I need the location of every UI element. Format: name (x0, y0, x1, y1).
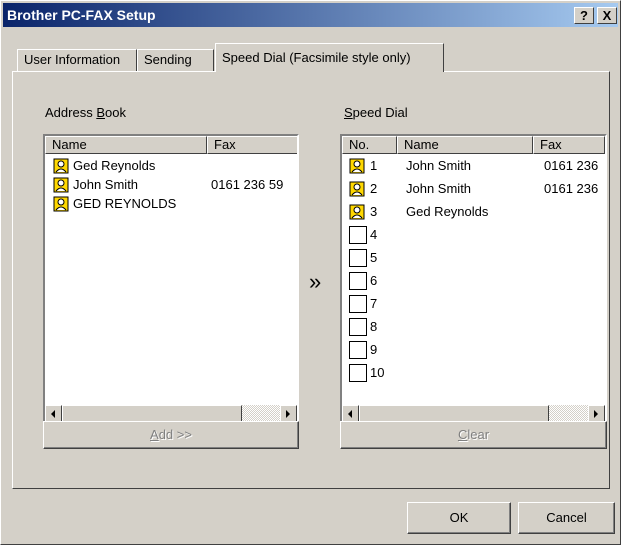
speed-dial-label: Speed Dial (344, 105, 408, 120)
tab-label: Speed Dial (Facsimile style only) (222, 50, 411, 65)
arrow-right-icon (286, 410, 290, 418)
dialog-window: Brother PC-FAX Setup ? X User Informatio… (0, 0, 621, 545)
address-book-header: Name Fax (45, 136, 297, 154)
contact-card-icon (53, 177, 69, 193)
arrow-right-icon (594, 410, 598, 418)
empty-slot-icon (349, 226, 367, 244)
tab-user-information[interactable]: User Information (17, 49, 137, 71)
tab-label: Sending (144, 52, 192, 67)
empty-slot-icon (349, 364, 367, 382)
column-header-name[interactable]: Name (397, 136, 533, 154)
slot-name: John Smith (406, 158, 472, 173)
column-header-fax[interactable]: Fax (533, 136, 605, 154)
speed-dial-row[interactable]: 9 (346, 340, 605, 360)
speed-dial-row[interactable]: 4 (346, 225, 605, 245)
column-header-no[interactable]: No. (342, 136, 397, 154)
slot-fax: 0161 236 (544, 181, 599, 196)
column-header-fax[interactable]: Fax (207, 136, 297, 154)
slot-number: 9 (370, 342, 378, 357)
slot-name: Ged Reynolds (406, 204, 489, 219)
speed-dial-row[interactable]: 2 John Smith 0161 236 (346, 179, 605, 199)
column-header-name[interactable]: Name (45, 136, 207, 154)
scroll-left-button[interactable] (45, 405, 62, 422)
clear-button[interactable]: Clear (340, 421, 607, 449)
address-book-row[interactable]: Ged Reynolds (49, 156, 297, 176)
speed-dial-header: No. Name Fax (342, 136, 605, 154)
slot-number: 2 (370, 181, 378, 196)
window-title: Brother PC-FAX Setup (7, 7, 156, 23)
speed-dial-row[interactable]: 1 John Smith 0161 236 (346, 156, 605, 176)
empty-slot-icon (349, 249, 367, 267)
ok-button[interactable]: OK (407, 502, 511, 534)
address-book-label: Address Book (45, 105, 126, 120)
scroll-track[interactable] (242, 405, 280, 422)
scroll-thumb[interactable] (359, 405, 549, 422)
entry-name: GED REYNOLDS (73, 196, 177, 211)
speed-dial-hscroll[interactable] (342, 405, 605, 422)
speed-dial-row[interactable]: 7 (346, 294, 605, 314)
address-book-row[interactable]: GED REYNOLDS (49, 194, 297, 214)
transfer-arrow-icon: » (309, 269, 322, 294)
close-button[interactable]: X (597, 7, 617, 24)
address-book-row[interactable]: John Smith 0161 236 59 (49, 175, 297, 195)
contact-card-icon (349, 204, 365, 220)
add-button[interactable]: Add >> (43, 421, 299, 449)
slot-number: 3 (370, 204, 378, 219)
slot-fax: 0161 236 (544, 158, 599, 173)
slot-name: John Smith (406, 181, 472, 196)
contact-card-icon (53, 196, 69, 212)
empty-slot-icon (349, 272, 367, 290)
tab-sending[interactable]: Sending (137, 49, 214, 71)
scroll-right-button[interactable] (588, 405, 605, 422)
slot-number: 10 (370, 365, 385, 380)
address-book-hscroll[interactable] (45, 405, 297, 422)
scroll-right-button[interactable] (280, 405, 297, 422)
slot-number: 6 (370, 273, 378, 288)
empty-slot-icon (349, 318, 367, 336)
speed-dial-row[interactable]: 6 (346, 271, 605, 291)
slot-number: 5 (370, 250, 378, 265)
scroll-left-button[interactable] (342, 405, 359, 422)
slot-number: 4 (370, 227, 378, 242)
entry-fax: 0161 236 59 (211, 177, 284, 192)
speed-dial-list[interactable]: No. Name Fax 1 John Smith 0161 236 2 John Sm… (340, 134, 607, 424)
tab-label: User Information (24, 52, 121, 67)
empty-slot-icon (349, 341, 367, 359)
scroll-thumb[interactable] (62, 405, 242, 422)
title-bar: Brother PC-FAX Setup ? X (3, 3, 618, 27)
slot-number: 1 (370, 158, 378, 173)
contact-card-icon (53, 158, 69, 174)
tab-speed-dial[interactable]: Speed Dial (Facsimile style only) (215, 43, 444, 72)
slot-number: 7 (370, 296, 378, 311)
speed-dial-row[interactable]: 5 (346, 248, 605, 268)
entry-name: John Smith (73, 177, 139, 192)
empty-slot-icon (349, 295, 367, 313)
cancel-button[interactable]: Cancel (518, 502, 615, 534)
speed-dial-row[interactable]: 10 (346, 363, 605, 383)
entry-name: Ged Reynolds (73, 158, 156, 173)
help-button[interactable]: ? (574, 7, 594, 24)
arrow-left-icon (51, 410, 55, 418)
contact-card-icon (349, 158, 365, 174)
arrow-left-icon (348, 410, 352, 418)
speed-dial-row[interactable]: 8 (346, 317, 605, 337)
speed-dial-row[interactable]: 3 Ged Reynolds (346, 202, 605, 222)
address-book-list[interactable]: Name Fax Ged Reynolds John Smith 0161 236 … (43, 134, 299, 424)
scroll-track[interactable] (549, 405, 588, 422)
contact-card-icon (349, 181, 365, 197)
slot-number: 8 (370, 319, 378, 334)
